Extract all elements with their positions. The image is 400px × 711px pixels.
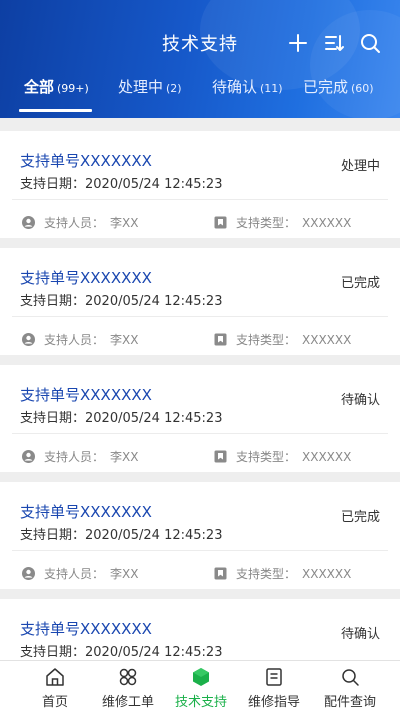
ticket-card[interactable]: 支持单号XXXXXXX 支持日期：2020/05/24 12:45:23 处理中… bbox=[0, 131, 400, 238]
divider bbox=[12, 316, 388, 317]
ticket-number: 支持单号XXXXXXX bbox=[20, 269, 152, 287]
support-icon bbox=[190, 666, 212, 688]
support-person: 支持人员： 李XX bbox=[22, 565, 138, 582]
date-value: 2020/05/24 12:45:23 bbox=[85, 528, 223, 543]
support-person: 支持人员： 李XX bbox=[22, 214, 138, 231]
bookmark-icon bbox=[214, 216, 227, 229]
person-icon bbox=[22, 216, 35, 229]
ticket-card[interactable]: 支持单号XXXXXXX 支持日期：2020/05/24 12:45:23 待确认… bbox=[0, 365, 400, 472]
status-badge: 待确认 bbox=[340, 393, 380, 408]
ticket-date: 支持日期：2020/05/24 12:45:23 bbox=[20, 407, 222, 426]
tab-count: (60) bbox=[351, 82, 374, 95]
bottom-navigation: 首页 维修工单 技术支持 维修指导 配件查询 bbox=[0, 660, 400, 711]
tab-label: 全部 bbox=[24, 78, 55, 96]
tab-count: (11) bbox=[260, 82, 283, 95]
ticket-date: 支持日期：2020/05/24 12:45:23 bbox=[20, 173, 222, 192]
search-icon[interactable] bbox=[359, 32, 381, 54]
header-bar: 技术支持 全部 (99+) 处理中 (2) 待确认 (11) 已完成 (60) bbox=[0, 0, 400, 118]
divider bbox=[12, 433, 388, 434]
ticket-number: 支持单号XXXXXXX bbox=[20, 503, 152, 521]
tab-count: (99+) bbox=[57, 82, 89, 95]
type-value: XXXXXX bbox=[302, 449, 352, 464]
nav-label: 配件查询 bbox=[323, 695, 376, 710]
ticket-date: 支持日期：2020/05/24 12:45:23 bbox=[20, 524, 222, 543]
date-label: 支持日期： bbox=[20, 177, 86, 192]
nav-repair-orders[interactable]: 维修工单 bbox=[88, 661, 168, 711]
ticket-date: 支持日期：2020/05/24 12:45:23 bbox=[20, 290, 222, 309]
nav-label: 首页 bbox=[41, 695, 68, 710]
ticket-date: 支持日期：2020/05/24 12:45:23 bbox=[20, 641, 222, 660]
support-type: 支持类型： XXXXXX bbox=[214, 565, 351, 582]
nav-label: 技术支持 bbox=[174, 695, 227, 710]
person-icon bbox=[22, 450, 35, 463]
tab-processing[interactable]: 处理中 (2) bbox=[118, 76, 182, 106]
person-label: 支持人员： bbox=[44, 333, 105, 347]
support-type: 支持类型： XXXXXX bbox=[214, 214, 351, 231]
guide-icon bbox=[263, 666, 285, 688]
tab-all[interactable]: 全部 (99+) bbox=[24, 76, 89, 106]
person-icon bbox=[22, 333, 35, 346]
divider bbox=[12, 199, 388, 200]
date-value: 2020/05/24 12:45:23 bbox=[85, 411, 223, 426]
person-label: 支持人员： bbox=[44, 216, 105, 230]
type-label: 支持类型： bbox=[236, 567, 297, 581]
nav-label: 维修工单 bbox=[101, 695, 154, 710]
plus-icon[interactable] bbox=[287, 32, 309, 54]
type-label: 支持类型： bbox=[236, 333, 297, 347]
status-badge: 已完成 bbox=[340, 510, 380, 525]
person-value: 李XX bbox=[110, 216, 139, 230]
grid-icon bbox=[117, 666, 139, 688]
nav-repair-guide[interactable]: 维修指导 bbox=[234, 661, 314, 711]
person-value: 李XX bbox=[110, 333, 139, 347]
type-label: 支持类型： bbox=[236, 216, 297, 230]
parts-icon bbox=[339, 666, 361, 688]
support-person: 支持人员： 李XX bbox=[22, 331, 138, 348]
date-label: 支持日期： bbox=[20, 294, 86, 309]
status-badge: 待确认 bbox=[340, 627, 380, 642]
status-badge: 已完成 bbox=[340, 276, 380, 291]
ticket-card[interactable]: 支持单号XXXXXXX 支持日期：2020/05/24 12:45:23 已完成… bbox=[0, 482, 400, 589]
support-type: 支持类型： XXXXXX bbox=[214, 448, 351, 465]
date-label: 支持日期： bbox=[20, 411, 86, 426]
ticket-number: 支持单号XXXXXXX bbox=[20, 620, 152, 638]
type-value: XXXXXX bbox=[302, 566, 352, 581]
home-icon bbox=[44, 666, 66, 688]
support-type: 支持类型： XXXXXX bbox=[214, 331, 351, 348]
status-badge: 处理中 bbox=[340, 159, 380, 174]
ticket-card[interactable]: 支持单号XXXXXXX 支持日期：2020/05/24 12:45:23 已完成… bbox=[0, 248, 400, 355]
nav-home[interactable]: 首页 bbox=[15, 661, 95, 711]
nav-tech-support[interactable]: 技术支持 bbox=[161, 661, 241, 711]
tab-pending-confirm[interactable]: 待确认 (11) bbox=[212, 76, 283, 106]
bookmark-icon bbox=[214, 567, 227, 580]
tab-completed[interactable]: 已完成 (60) bbox=[303, 76, 374, 106]
ticket-number: 支持单号XXXXXXX bbox=[20, 386, 152, 404]
person-value: 李XX bbox=[110, 450, 139, 464]
divider bbox=[12, 550, 388, 551]
bookmark-icon bbox=[214, 450, 227, 463]
person-icon bbox=[22, 567, 35, 580]
date-value: 2020/05/24 12:45:23 bbox=[85, 177, 223, 192]
date-value: 2020/05/24 12:45:23 bbox=[85, 645, 223, 660]
tab-label: 待确认 bbox=[212, 78, 258, 96]
nav-parts-query[interactable]: 配件查询 bbox=[310, 661, 390, 711]
tab-label: 处理中 bbox=[118, 78, 164, 96]
filter-sort-icon[interactable] bbox=[323, 32, 345, 54]
date-value: 2020/05/24 12:45:23 bbox=[85, 294, 223, 309]
ticket-number: 支持单号XXXXXXX bbox=[20, 152, 152, 170]
date-label: 支持日期： bbox=[20, 528, 86, 543]
type-value: XXXXXX bbox=[302, 332, 352, 347]
tab-count: (2) bbox=[166, 82, 182, 95]
type-label: 支持类型： bbox=[236, 450, 297, 464]
tab-label: 已完成 bbox=[303, 78, 349, 96]
active-tab-indicator bbox=[19, 109, 92, 112]
bookmark-icon bbox=[214, 333, 227, 346]
type-value: XXXXXX bbox=[302, 215, 352, 230]
status-tabs: 全部 (99+) 处理中 (2) 待确认 (11) 已完成 (60) bbox=[0, 76, 400, 116]
person-label: 支持人员： bbox=[44, 450, 105, 464]
person-label: 支持人员： bbox=[44, 567, 105, 581]
person-value: 李XX bbox=[110, 567, 139, 581]
date-label: 支持日期： bbox=[20, 645, 86, 660]
support-person: 支持人员： 李XX bbox=[22, 448, 138, 465]
nav-label: 维修指导 bbox=[247, 695, 300, 710]
